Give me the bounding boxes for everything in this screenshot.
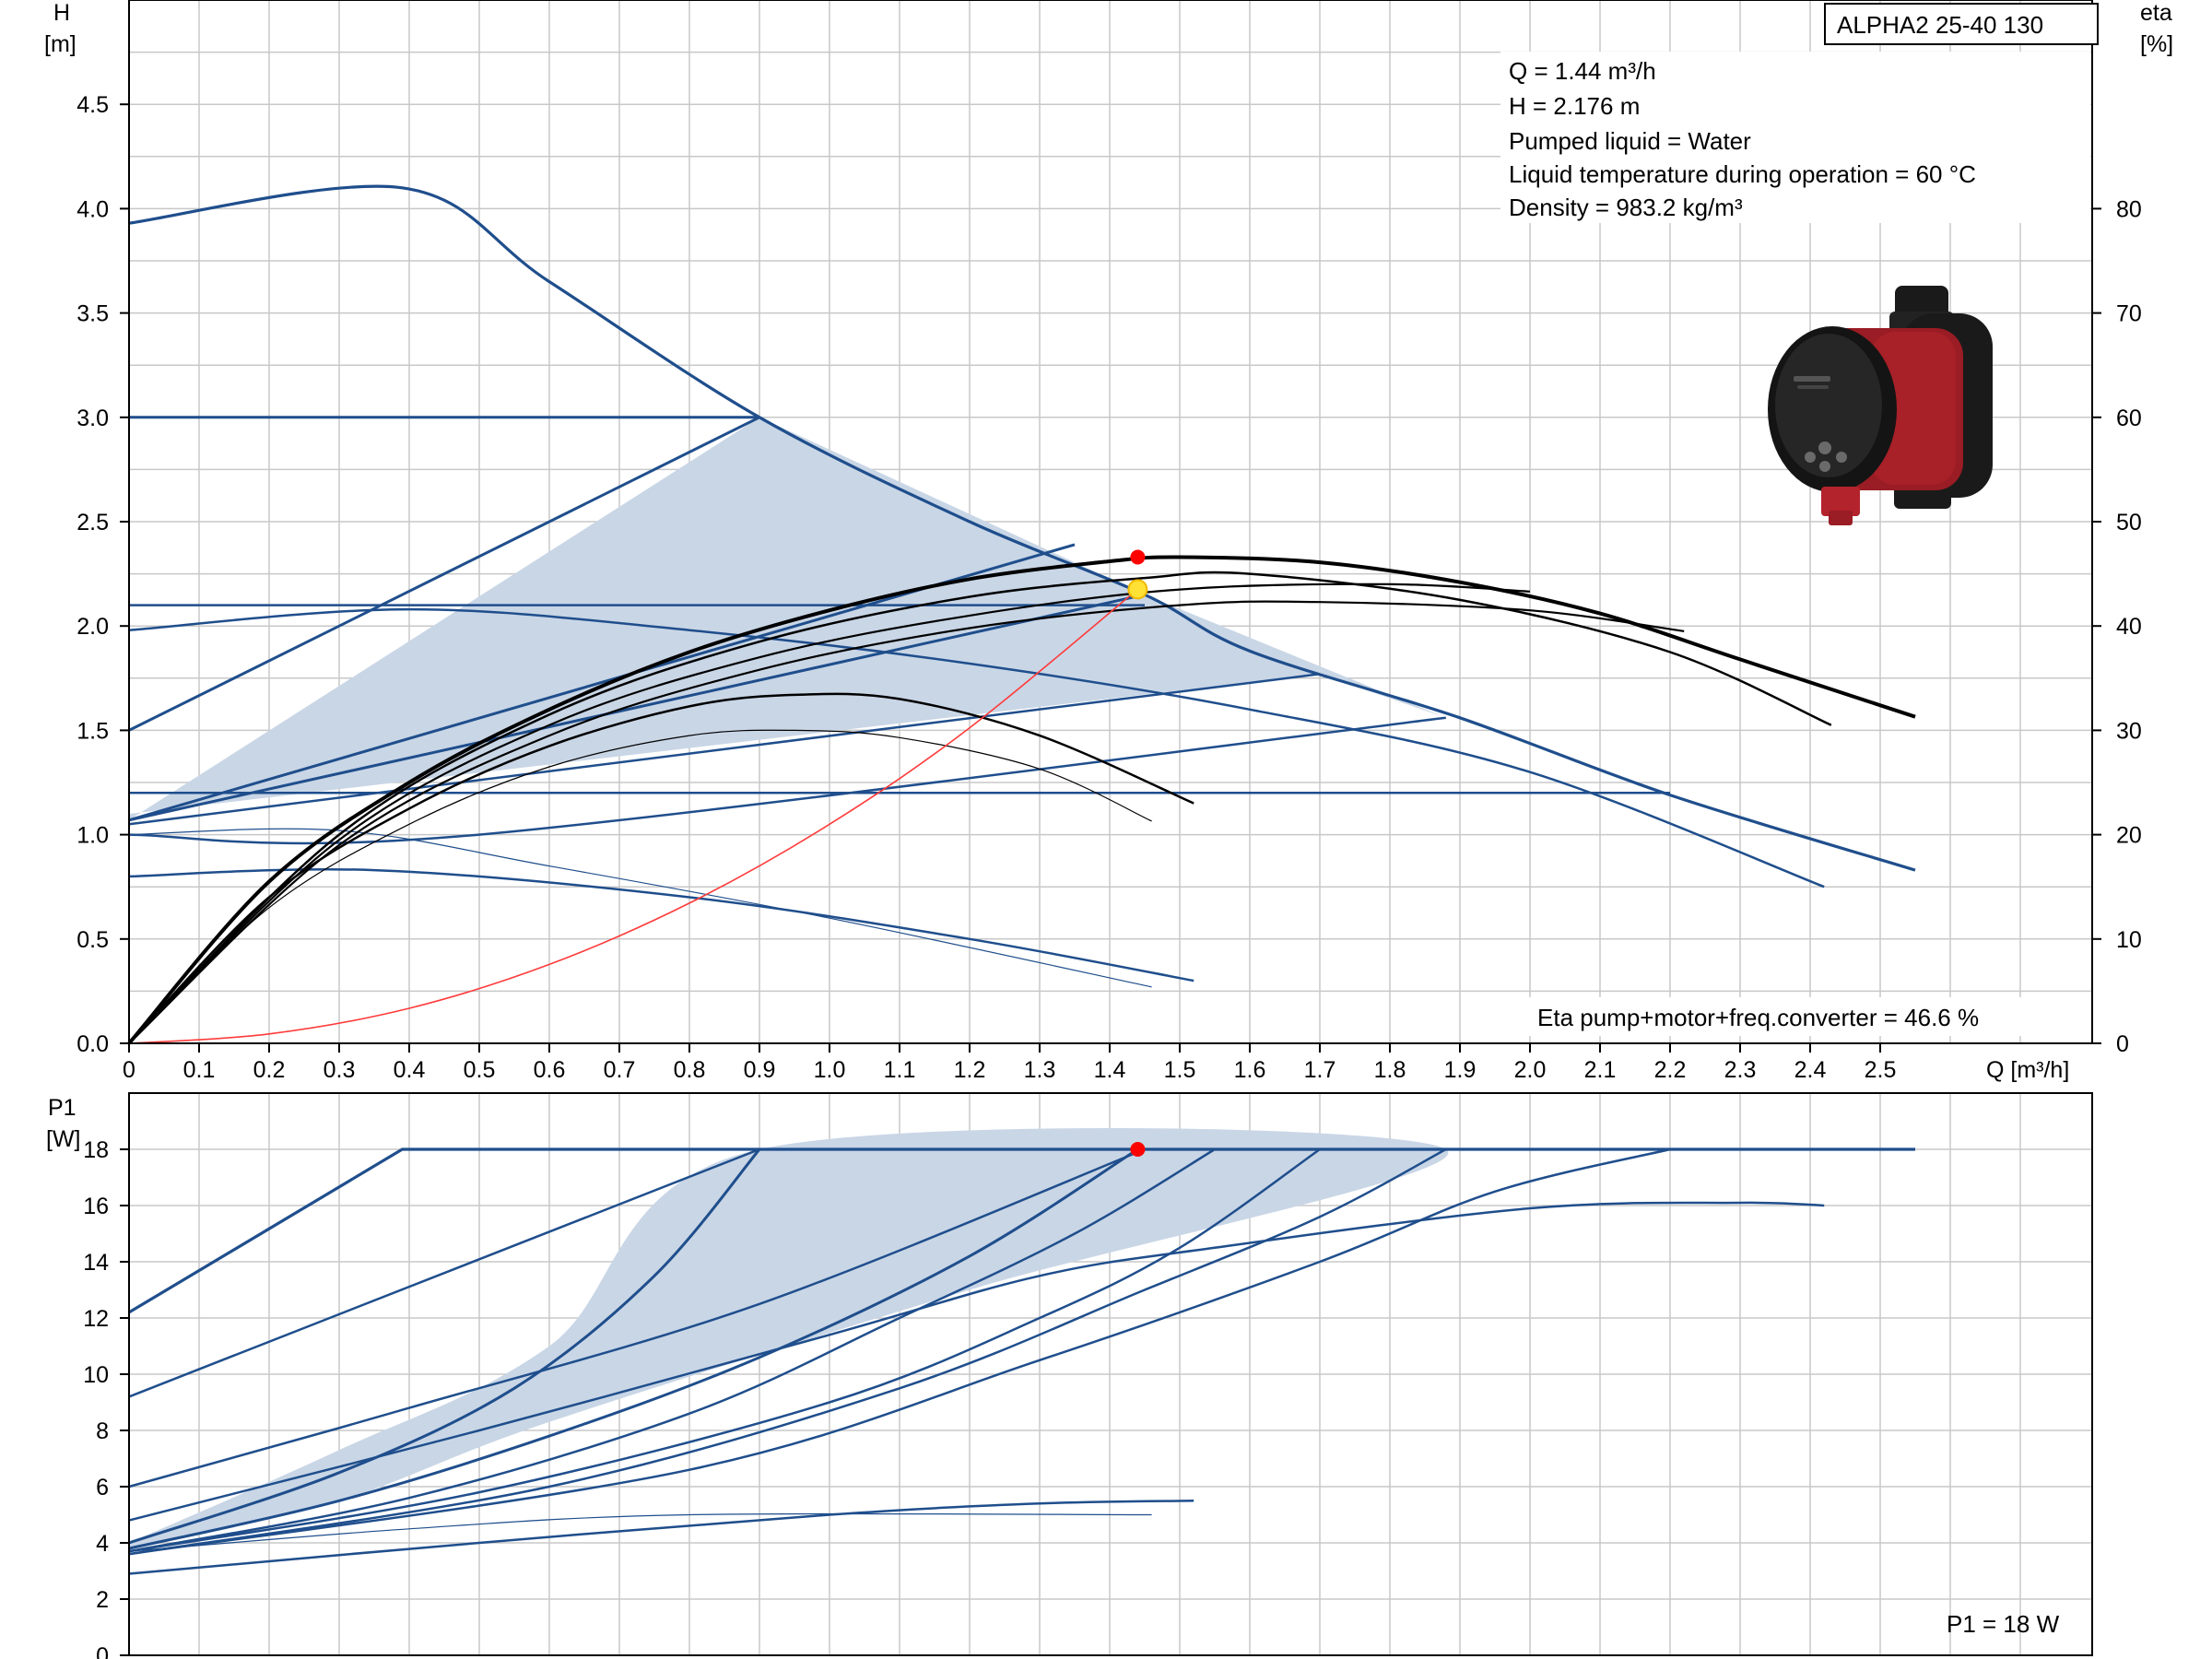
eta-tick-label: 40: [2116, 614, 2142, 640]
eta-note: Eta pump+motor+freq.converter = 46.6 %: [1537, 1004, 1979, 1031]
eta-tick-label: 0: [2116, 1031, 2129, 1057]
flow-tick-label: 0.8: [674, 1057, 706, 1083]
eta-axis-unit: [%]: [2140, 31, 2173, 57]
eta-tick-label: 70: [2116, 301, 2142, 327]
flow-tick-label: 1.5: [1164, 1057, 1196, 1083]
power-axis-label: P1: [48, 1095, 76, 1121]
power-tick-label: 10: [83, 1362, 109, 1388]
flow-tick-label: 0.3: [324, 1057, 356, 1083]
flow-tick-label: 2.5: [1865, 1057, 1897, 1083]
flow-tick-label: 1.0: [814, 1057, 846, 1083]
power-tick-label: 4: [96, 1531, 109, 1557]
info-liquid: Pumped liquid = Water: [1509, 127, 1751, 155]
power-tick-label: 0: [96, 1643, 109, 1659]
info-temperature: Liquid temperature during operation = 60…: [1509, 160, 1976, 188]
power-duty-point: [1130, 1142, 1146, 1157]
head-tick-label: 3.0: [76, 406, 109, 431]
flow-axis-label: Q [m³/h]: [1986, 1057, 2069, 1083]
eta-axis-label: eta: [2140, 0, 2172, 26]
head-tick-label: 3.5: [76, 301, 109, 327]
head-tick-label: 1.0: [76, 823, 109, 849]
head-tick-label: 0.5: [76, 927, 109, 953]
eta-tick-label: 10: [2116, 927, 2142, 953]
power-tick-label: 2: [96, 1587, 109, 1613]
power-duty-points: [1130, 1142, 1146, 1157]
flow-tick-label: 0.7: [604, 1057, 636, 1083]
eta-tick-label: 60: [2116, 406, 2142, 431]
flow-tick-label: 0.1: [183, 1057, 216, 1083]
eta-tick-label: 30: [2116, 718, 2142, 744]
head-axis-label: H: [53, 0, 70, 26]
flow-tick-label: 1.1: [884, 1057, 916, 1083]
eta-tick-label: 20: [2116, 823, 2142, 849]
power-tick-label: 14: [83, 1250, 109, 1276]
flow-tick-label: 1.6: [1234, 1057, 1266, 1083]
info-head: H = 2.176 m: [1509, 92, 1640, 120]
info-flow: Q = 1.44 m³/h: [1509, 57, 1656, 85]
flow-tick-label: 1.3: [1024, 1057, 1056, 1083]
flow-tick-label: 1.8: [1374, 1057, 1406, 1083]
head-tick-label: 2.0: [76, 614, 109, 640]
head-duty-point: [1127, 579, 1148, 600]
head-tick-label: 4.5: [76, 92, 109, 118]
head-tick-label: 0.0: [76, 1031, 109, 1057]
model-label: ALPHA2 25-40 130: [1837, 11, 2043, 39]
power-tick-label: 8: [96, 1418, 109, 1444]
head-axis-unit: [m]: [44, 31, 76, 57]
flow-tick-label: 0.5: [464, 1057, 496, 1083]
flow-tick-label: 0.4: [394, 1057, 426, 1083]
flow-tick-label: 1.7: [1304, 1057, 1336, 1083]
flow-tick-label: 1.4: [1094, 1057, 1126, 1083]
head-tick-label: 2.5: [76, 510, 109, 535]
flow-tick-label: 2.3: [1724, 1057, 1757, 1083]
head-tick-label: 1.5: [76, 718, 109, 744]
power-tick-label: 18: [83, 1137, 109, 1163]
flow-tick-label: 2.4: [1794, 1057, 1827, 1083]
p1-note: P1 = 18 W: [1947, 1610, 2060, 1638]
eta-tick-label: 50: [2116, 510, 2142, 535]
info-density: Density = 983.2 kg/m³: [1509, 194, 1743, 221]
efficiency-duty-point: [1130, 549, 1146, 565]
head-tick-label: 4.0: [76, 196, 109, 222]
flow-tick-label: 0.6: [534, 1057, 566, 1083]
flow-tick-label: 1.9: [1444, 1057, 1477, 1083]
power-tick-label: 12: [83, 1306, 109, 1332]
eta-tick-label: 80: [2116, 196, 2142, 222]
pump-performance-chart: 0.00.51.01.52.02.53.03.54.04.50102030405…: [0, 0, 2212, 1659]
flow-tick-label: 0.9: [744, 1057, 776, 1083]
flow-tick-label: 0.2: [253, 1057, 286, 1083]
flow-tick-label: 2.2: [1654, 1057, 1687, 1083]
power-tick-label: 16: [83, 1194, 109, 1219]
flow-tick-label: 0: [123, 1057, 135, 1083]
power-axis-unit: [W]: [46, 1126, 81, 1152]
flow-tick-label: 2.0: [1514, 1057, 1547, 1083]
flow-tick-label: 2.1: [1584, 1057, 1617, 1083]
flow-tick-label: 1.2: [954, 1057, 986, 1083]
power-tick-label: 6: [96, 1475, 109, 1500]
